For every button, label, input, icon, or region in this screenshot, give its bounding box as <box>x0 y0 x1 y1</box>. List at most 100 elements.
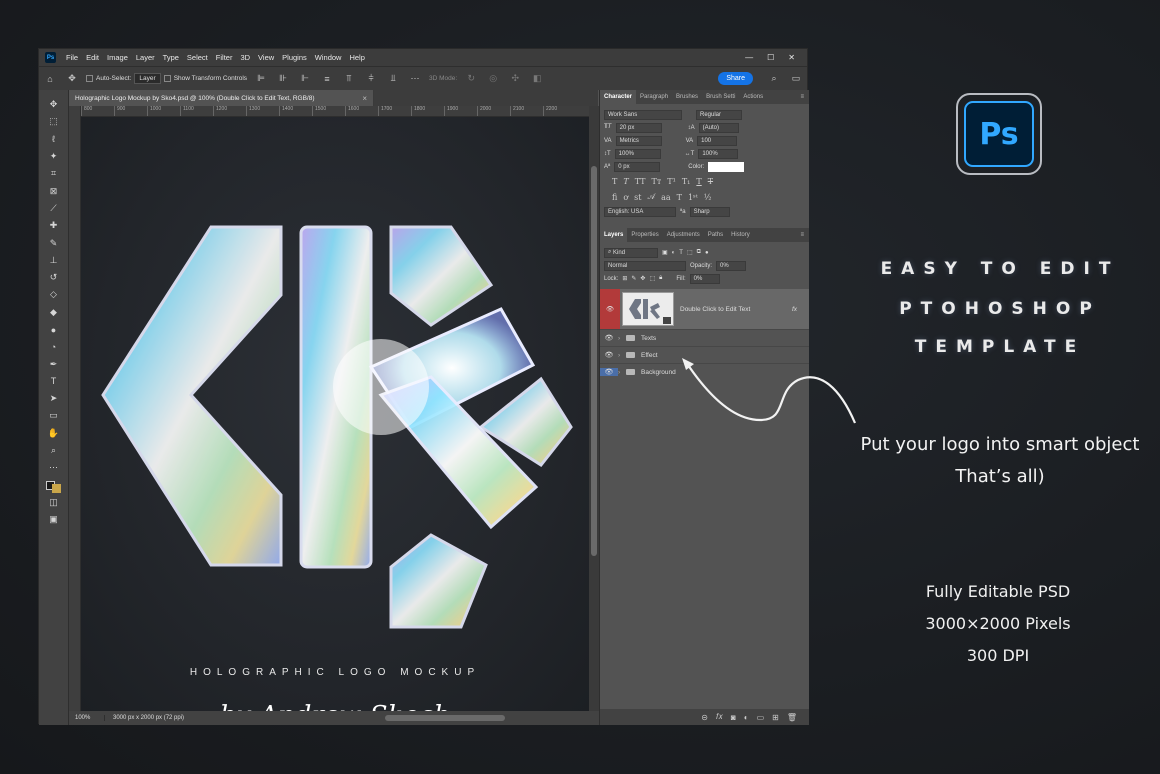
move-tool-icon[interactable]: ✥ <box>39 96 68 113</box>
opacity-field[interactable]: 0% <box>716 260 747 271</box>
font-size-field[interactable]: 20 px <box>615 122 662 133</box>
align-center-icon[interactable]: ⊪ <box>276 73 290 84</box>
lock-paint-icon[interactable]: ✎ <box>631 275 636 282</box>
canvas-vertical-scrollbar[interactable] <box>589 106 599 711</box>
more-tools-icon[interactable]: ⋯ <box>39 459 68 476</box>
stylistic-icon[interactable]: aa <box>661 193 671 202</box>
blur-tool-icon[interactable]: ● <box>39 321 68 338</box>
crop-tool-icon[interactable]: ⌗ <box>39 165 68 182</box>
ligature-icon[interactable]: ﬁ <box>612 193 617 202</box>
eraser-icon[interactable]: ◇ <box>39 286 68 303</box>
delete-layer-icon[interactable]: 🗑︎ <box>787 713 797 722</box>
font-style-select[interactable]: Regular <box>696 109 742 120</box>
layer-group-texts[interactable]: 👁︎ › Texts <box>600 329 809 346</box>
layers-menu-icon[interactable]: ≡ <box>800 232 804 238</box>
hand-tool-icon[interactable]: ✋ <box>39 425 68 442</box>
magic-wand-icon[interactable]: ✦ <box>39 148 68 165</box>
eye-icon[interactable]: 👁︎ <box>600 289 620 329</box>
more-options-icon[interactable]: ⋯ <box>408 73 422 84</box>
menu-image[interactable]: Image <box>103 53 132 62</box>
show-transform-checkbox[interactable]: Show Transform Controls <box>163 75 247 82</box>
zoom-tool-icon[interactable]: ⌕ <box>39 442 68 459</box>
lock-pixels-icon[interactable]: ⊞ <box>622 275 627 282</box>
3d-roll-icon[interactable]: ◎ <box>486 73 500 84</box>
close-button[interactable]: ✕ <box>788 53 795 62</box>
color-swatches-icon[interactable] <box>39 477 68 494</box>
frame-tool-icon[interactable]: ⊠ <box>39 182 68 199</box>
3d-orbit-icon[interactable]: ↻ <box>464 73 478 84</box>
swash-icon[interactable]: 𝒜 <box>648 192 656 202</box>
fill-field[interactable]: 0% <box>689 273 720 284</box>
filter-toggle-icon[interactable]: ● <box>705 250 709 256</box>
strikethrough-icon[interactable]: T <box>708 177 713 186</box>
screen-mode-icon[interactable]: ▣ <box>39 511 68 528</box>
font-family-select[interactable]: Work Sans <box>604 109 682 120</box>
subscript-icon[interactable]: T₁ <box>682 177 691 186</box>
menu-file[interactable]: File <box>62 53 82 62</box>
chevron-right-icon[interactable]: › <box>618 352 626 359</box>
menu-window[interactable]: Window <box>311 53 346 62</box>
menu-select[interactable]: Select <box>183 53 212 62</box>
superscript-icon[interactable]: T¹ <box>667 177 676 186</box>
lock-position-icon[interactable]: ✥ <box>640 275 645 282</box>
workspace-icon[interactable]: ▭ <box>789 73 803 84</box>
panel-menu-icon[interactable]: ≡ <box>800 94 804 100</box>
tracking-field[interactable]: 100 <box>697 135 738 146</box>
faux-bold-icon[interactable]: T <box>612 177 617 186</box>
new-group-icon[interactable]: ▭ <box>757 713 765 722</box>
auto-select-checkbox[interactable]: Auto-Select: <box>86 75 131 82</box>
menu-view[interactable]: View <box>254 53 278 62</box>
tab-character[interactable]: Character <box>600 90 637 104</box>
quick-mask-icon[interactable]: ◫ <box>39 494 68 511</box>
stamp-tool-icon[interactable]: ⊥ <box>39 252 68 269</box>
menu-help[interactable]: Help <box>345 53 368 62</box>
ordinal-icon[interactable]: 1ˢᵗ <box>688 193 698 202</box>
menu-type[interactable]: Type <box>159 53 183 62</box>
zoom-level[interactable]: 100% <box>69 715 105 721</box>
lock-all-icon[interactable]: 🔒︎ <box>659 275 662 282</box>
tab-history[interactable]: History <box>727 228 754 242</box>
antialias-select[interactable]: Sharp <box>689 206 730 217</box>
faux-italic-icon[interactable]: T <box>623 177 628 186</box>
tab-brush-settings[interactable]: Brush Setti <box>702 90 739 104</box>
discretionary-ligature-icon[interactable]: st <box>634 193 641 202</box>
filter-pixel-icon[interactable]: ▣ <box>662 249 668 256</box>
tab-brushes[interactable]: Brushes <box>672 90 702 104</box>
lasso-tool-icon[interactable]: ℓ <box>39 131 68 148</box>
add-mask-icon[interactable]: ◙ <box>731 713 736 722</box>
align-middle-icon[interactable]: ⫩ <box>364 73 378 84</box>
scroll-thumb[interactable] <box>591 166 597 556</box>
path-select-icon[interactable]: ➤ <box>39 390 68 407</box>
contextual-icon[interactable]: ơ <box>623 193 628 202</box>
dodge-tool-icon[interactable]: ◔ <box>39 338 68 355</box>
align-right-icon[interactable]: ⊩ <box>298 73 312 84</box>
eye-icon[interactable]: 👁︎ <box>600 368 618 376</box>
align-top-icon[interactable]: ⫪ <box>342 73 356 84</box>
horizontal-scroll-thumb[interactable] <box>385 715 505 721</box>
tab-actions[interactable]: Actions <box>739 90 767 104</box>
chevron-right-icon[interactable]: › <box>618 369 626 376</box>
history-brush-icon[interactable]: ↺ <box>39 269 68 286</box>
tab-paragraph[interactable]: Paragraph <box>636 90 672 104</box>
leading-field[interactable]: (Auto) <box>698 122 739 133</box>
3d-camera-icon[interactable]: ◧ <box>530 73 544 84</box>
tab-properties[interactable]: Properties <box>627 228 662 242</box>
menu-3d[interactable]: 3D <box>236 53 254 62</box>
language-select[interactable]: English: USA <box>604 206 676 217</box>
eye-icon[interactable]: 👁︎ <box>600 334 618 342</box>
brush-tool-icon[interactable]: ✎ <box>39 234 68 251</box>
rectangle-tool-icon[interactable]: ▭ <box>39 407 68 424</box>
3d-pan-icon[interactable]: ✣ <box>508 73 522 84</box>
new-layer-icon[interactable]: ⊞ <box>772 713 779 722</box>
pen-tool-icon[interactable]: ✒ <box>39 355 68 372</box>
smart-object-layer[interactable]: 👁︎ Double Click to Edit Text fx <box>600 289 809 329</box>
tab-layers[interactable]: Layers <box>600 228 628 242</box>
type-tool-icon[interactable]: T <box>39 373 68 390</box>
menu-layer[interactable]: Layer <box>132 53 159 62</box>
small-caps-icon[interactable]: Tт <box>652 177 662 186</box>
bucket-icon[interactable]: ◆ <box>39 304 68 321</box>
filter-kind-select[interactable]: ⌕ Kind <box>604 247 658 258</box>
menu-plugins[interactable]: Plugins <box>278 53 311 62</box>
tab-paths[interactable]: Paths <box>704 228 727 242</box>
menu-filter[interactable]: Filter <box>212 53 237 62</box>
